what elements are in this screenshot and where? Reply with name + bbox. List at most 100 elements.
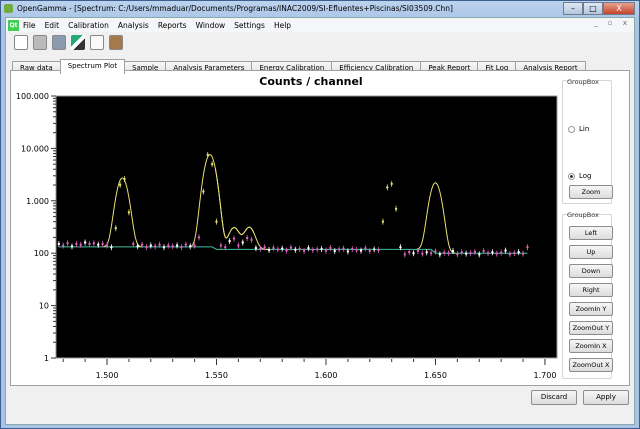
data-point	[504, 249, 507, 252]
data-point	[478, 253, 481, 256]
data-point	[193, 244, 196, 247]
data-point	[237, 244, 240, 247]
data-point	[97, 243, 100, 246]
data-point	[158, 243, 161, 246]
data-point	[368, 249, 371, 253]
data-point	[302, 249, 306, 253]
data-point	[513, 252, 516, 255]
tab-spectrum-plot[interactable]: Spectrum Plot	[59, 59, 126, 74]
data-point	[241, 241, 244, 244]
zoom-in-x-button[interactable]: ZoomIn X	[569, 339, 613, 353]
data-point	[114, 226, 117, 230]
data-point	[149, 244, 153, 247]
data-point	[70, 245, 74, 248]
data-point	[263, 246, 266, 249]
up-button[interactable]: Up	[569, 245, 613, 259]
zoom-in-y-button[interactable]: ZoomIn Y	[569, 302, 613, 316]
y-tick-label: 1	[44, 354, 49, 363]
data-point	[83, 241, 87, 244]
data-point	[447, 252, 450, 255]
data-point	[254, 246, 258, 250]
data-point	[110, 246, 113, 249]
data-point	[495, 252, 498, 255]
data-point	[232, 237, 236, 240]
down-button[interactable]: Down	[569, 264, 613, 278]
data-point	[92, 242, 96, 245]
data-point	[416, 249, 420, 253]
discard-button[interactable]: Discard	[531, 390, 577, 405]
data-point	[79, 243, 82, 246]
lin-label: Lin	[579, 125, 590, 133]
data-point	[320, 247, 323, 251]
data-point	[460, 251, 463, 254]
data-point	[285, 249, 288, 252]
data-point	[224, 246, 227, 249]
data-point	[66, 242, 69, 245]
data-point	[136, 245, 139, 248]
data-point	[245, 236, 249, 240]
data-point	[464, 252, 468, 255]
data-point	[132, 242, 135, 246]
data-point	[140, 243, 144, 246]
data-point	[438, 253, 442, 256]
data-point	[482, 249, 485, 253]
data-point	[443, 251, 446, 254]
y-tick-label: 10.000	[21, 144, 49, 153]
nav-groupbox-title: GroupBox	[567, 211, 599, 219]
data-point	[118, 183, 122, 187]
zoom-out-y-button[interactable]: ZoomOut Y	[569, 321, 613, 335]
data-point	[153, 245, 157, 248]
data-point	[517, 250, 520, 254]
lin-radio-indicator	[568, 125, 575, 133]
data-point	[219, 244, 223, 247]
data-point	[184, 243, 188, 246]
data-point	[412, 252, 415, 255]
data-point	[491, 251, 494, 254]
data-point	[228, 239, 231, 243]
data-point	[75, 242, 78, 246]
data-point	[508, 252, 512, 256]
data-point	[88, 242, 91, 246]
log-radio[interactable]: Log	[568, 172, 592, 180]
apply-button[interactable]: Apply	[583, 390, 629, 405]
data-point	[101, 242, 104, 246]
data-point	[342, 247, 345, 250]
lin-radio[interactable]: Lin	[568, 125, 589, 133]
data-point	[425, 251, 428, 254]
data-point	[180, 246, 183, 249]
data-point	[171, 245, 174, 248]
log-label: Log	[579, 172, 592, 180]
left-button[interactable]: Left	[569, 226, 613, 240]
data-point	[473, 250, 477, 254]
data-point	[456, 252, 459, 256]
data-point	[403, 253, 407, 256]
data-point	[298, 247, 301, 251]
plot-area	[55, 95, 558, 359]
data-point	[127, 211, 131, 214]
data-point	[250, 238, 253, 242]
data-point	[267, 248, 271, 252]
y-tick-label: 10	[39, 302, 49, 311]
x-tick-label: 1.600	[315, 371, 338, 380]
data-point	[421, 252, 424, 255]
data-point	[62, 244, 65, 247]
data-point	[337, 248, 341, 251]
data-point	[469, 252, 472, 255]
data-point	[521, 252, 525, 255]
x-tick-label: 1.700	[534, 371, 557, 380]
zoom-out-x-button[interactable]: ZoomOut X	[569, 358, 613, 372]
y-tick-label: 100	[34, 249, 49, 258]
x-tick-label: 1.550	[205, 371, 228, 380]
x-tick-label: 1.650	[424, 371, 447, 380]
data-point	[329, 246, 332, 250]
data-point	[351, 247, 354, 251]
data-point	[364, 247, 367, 250]
zoom-button[interactable]: Zoom	[569, 185, 613, 199]
data-point	[294, 248, 297, 252]
data-point	[311, 248, 315, 252]
data-point	[105, 244, 109, 247]
data-point	[259, 247, 262, 251]
data-point	[189, 245, 192, 248]
right-button[interactable]: Right	[569, 283, 613, 297]
data-point	[215, 220, 218, 223]
